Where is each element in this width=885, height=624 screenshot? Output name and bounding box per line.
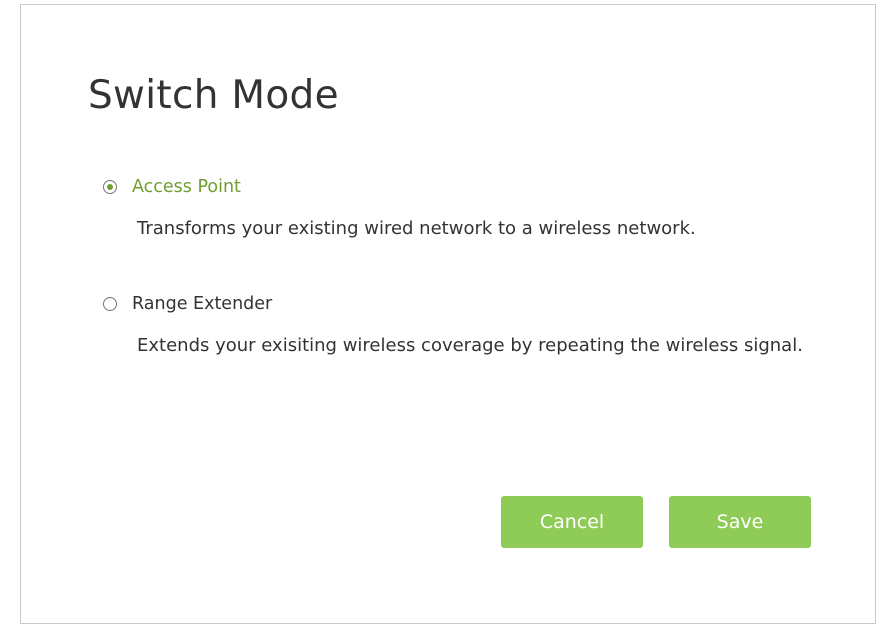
access-point-option[interactable]: Access Point: [103, 175, 241, 199]
dialog-title: Switch Mode: [88, 73, 339, 118]
cancel-button[interactable]: Cancel: [501, 496, 643, 548]
access-point-description: Transforms your existing wired network t…: [137, 218, 696, 239]
access-point-radio[interactable]: [103, 180, 117, 194]
range-extender-radio[interactable]: [103, 297, 117, 311]
switch-mode-dialog: Switch Mode Access Point Transforms your…: [20, 4, 876, 624]
range-extender-option[interactable]: Range Extender: [103, 292, 272, 316]
range-extender-description: Extends your exisiting wireless coverage…: [137, 335, 803, 356]
save-button[interactable]: Save: [669, 496, 811, 548]
access-point-label[interactable]: Access Point: [132, 175, 241, 199]
range-extender-label[interactable]: Range Extender: [132, 292, 272, 316]
